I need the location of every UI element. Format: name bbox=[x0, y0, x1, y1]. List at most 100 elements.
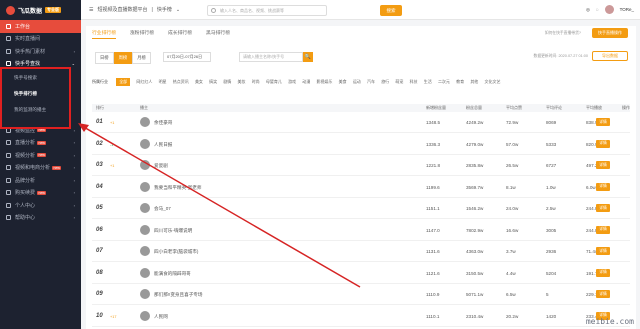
category-item[interactable]: 母婴育儿 bbox=[266, 79, 282, 85]
tab-growth[interactable]: 成长排行榜 bbox=[168, 29, 192, 39]
avatar[interactable] bbox=[140, 310, 150, 321]
category-item[interactable]: 剧情 bbox=[223, 79, 231, 85]
avatar[interactable] bbox=[140, 246, 150, 256]
category-item[interactable]: 美食 bbox=[339, 79, 347, 85]
period-month[interactable]: 月榜 bbox=[132, 52, 151, 64]
avatar[interactable] bbox=[140, 203, 150, 213]
date-picker[interactable]: 07月20日-07月26日 bbox=[163, 52, 211, 62]
anchor-name[interactable]: 那们那!!变身且喜子专场 bbox=[154, 292, 203, 298]
breadcrumb-platform[interactable]: 短视频及直播数据平台 bbox=[97, 6, 147, 13]
help-link[interactable]: 如何在快手直播带货? bbox=[545, 31, 581, 36]
menu-icon[interactable]: ☰ bbox=[89, 7, 93, 13]
username[interactable]: TORe_ bbox=[620, 7, 634, 12]
table-row[interactable]: 03 +1 爱瓷剧 1221.8 2835.8w 26.5w 6727 497.2w 详情 bbox=[92, 155, 630, 176]
category-item[interactable]: 汽车 bbox=[367, 79, 375, 85]
avatar[interactable] bbox=[140, 117, 150, 127]
sidebar-item-brand[interactable]: 品牌分析 › bbox=[0, 174, 81, 187]
category-item[interactable]: 影视娱乐 bbox=[316, 79, 332, 85]
category-item[interactable]: 网红红人 bbox=[136, 79, 152, 85]
col-total-fans[interactable]: 粉丝总量 bbox=[466, 105, 482, 111]
tab-industry[interactable]: 行业排行榜 bbox=[92, 29, 116, 39]
sidebar-item-ecommerce[interactable]: 视频和电商分析 new › bbox=[0, 162, 81, 175]
category-item[interactable]: 美妆 bbox=[238, 79, 246, 85]
table-row[interactable]: 02 -1 人民日报 1336.3 4279.0w 57.0w 5333 820.9w 详情 bbox=[92, 134, 630, 155]
category-item[interactable]: 热点资讯 bbox=[173, 79, 189, 85]
avatar[interactable] bbox=[604, 5, 614, 14]
table-row[interactable]: 01 +1 余佳豪哥 1348.5 4249.2w 72.9w 8069 838.9w 详情 bbox=[92, 112, 630, 133]
category-item[interactable]: 生活 bbox=[424, 79, 432, 85]
category-item[interactable]: 游戏 bbox=[288, 79, 296, 85]
sidebar-item-live-analysis[interactable]: 直播分析 new › bbox=[0, 137, 81, 150]
anchor-name[interactable]: 爱瓷剧 bbox=[154, 163, 168, 169]
table-row[interactable]: 07 四小白老李(脑袋城市) 1131.6 4363.0w 3.7w 2936 71.4w 详… bbox=[92, 241, 630, 262]
sidebar-item-purchase[interactable]: 购买续费 new › bbox=[0, 187, 81, 200]
search-button[interactable]: 搜索 bbox=[380, 5, 402, 16]
category-item[interactable]: 科技 bbox=[410, 79, 418, 85]
anchor-search-input[interactable]: 请输入播主名称/快手号 bbox=[239, 52, 303, 62]
logo[interactable]: 飞瓜数据 专业版 bbox=[0, 0, 81, 20]
detail-button[interactable]: 详情 bbox=[596, 182, 610, 191]
export-button[interactable]: 导出数据 bbox=[592, 51, 628, 61]
table-row[interactable]: 04 我要当和平精英·蛋老师 1199.6 3569.7w 8.1w 1.0w 6.0w 详情 bbox=[92, 177, 630, 198]
avatar[interactable] bbox=[140, 289, 150, 299]
col-avg-comments[interactable]: 平均评论 bbox=[546, 105, 562, 111]
anchor-name[interactable]: 能满食的隔辟哥哥 bbox=[154, 271, 191, 277]
col-new-fans[interactable]: 新增粉丝量 bbox=[426, 105, 446, 111]
category-item[interactable]: 其他 bbox=[470, 79, 478, 85]
category-item[interactable]: 二次元 bbox=[438, 79, 450, 85]
sidebar-item-live[interactable]: 实时直播间 bbox=[0, 33, 81, 46]
sidebar-item-video-analysis[interactable]: 视频分析 new › bbox=[0, 149, 81, 162]
period-day[interactable]: 日榜 bbox=[95, 52, 114, 64]
col-avg-plays[interactable]: 平均播放 bbox=[586, 105, 602, 111]
detail-button[interactable]: 详情 bbox=[596, 225, 610, 234]
anchor-search-button[interactable]: 🔍 bbox=[303, 52, 313, 62]
col-avg-likes[interactable]: 平均点赞 bbox=[506, 105, 522, 111]
anchor-name[interactable]: 我要当和平精英·蛋老师 bbox=[154, 185, 201, 191]
period-week[interactable]: 周榜 bbox=[113, 52, 133, 64]
anchor-name[interactable]: 四川可乐-嗨爆说明 bbox=[154, 228, 192, 234]
category-item[interactable]: 美女 bbox=[195, 79, 203, 85]
anchor-name[interactable]: 会马_07 bbox=[154, 206, 171, 212]
detail-button[interactable]: 详情 bbox=[596, 118, 610, 126]
table-row[interactable]: 08 能满食的隔辟哥哥 1121.6 3150.5w 4.4w 5204 191.7w 详情 bbox=[92, 263, 630, 284]
avatar[interactable] bbox=[140, 181, 150, 192]
breadcrumb-current[interactable]: 快手榜 bbox=[157, 6, 172, 13]
category-item[interactable]: 旅行 bbox=[381, 79, 389, 85]
avatar[interactable] bbox=[140, 267, 150, 278]
sidebar-item-profile[interactable]: 个人中心 › bbox=[0, 199, 81, 212]
search-input[interactable]: 输入人名、商品名、视频、挑战赛等 bbox=[207, 5, 327, 16]
anchor-name[interactable]: 四小白老李(脑袋城市) bbox=[154, 249, 198, 255]
anchor-name[interactable]: 余佳豪哥 bbox=[154, 120, 172, 126]
category-item[interactable]: 时尚 bbox=[252, 79, 260, 85]
category-item[interactable]: 运动 bbox=[353, 79, 361, 85]
category-item[interactable]: 教育 bbox=[456, 79, 464, 85]
anchor-name[interactable]: 人民日报 bbox=[154, 142, 172, 148]
detail-button[interactable]: 详情 bbox=[596, 161, 610, 169]
sidebar-item-hot-material[interactable]: 快手热门素材 › bbox=[0, 45, 81, 58]
category-item[interactable]: 萌宠 bbox=[395, 79, 403, 85]
avatar[interactable] bbox=[140, 138, 150, 149]
headset-icon[interactable]: ◎ bbox=[586, 7, 590, 13]
detail-button[interactable]: 详情 bbox=[596, 290, 610, 298]
anchor-name[interactable]: 人民网 bbox=[154, 314, 168, 320]
detail-button[interactable]: 详情 bbox=[596, 268, 610, 277]
category-item[interactable]: 搞笑 bbox=[209, 79, 217, 85]
detail-button[interactable]: 详情 bbox=[596, 247, 610, 255]
category-item[interactable]: 文化文艺 bbox=[485, 79, 501, 85]
table-row[interactable]: 09 那们那!!变身且喜子专场 1110.9 5071.1w 6.5w 5 229.1w 详情 bbox=[92, 284, 630, 305]
sidebar-item-help[interactable]: 帮助中心 › bbox=[0, 212, 81, 225]
chevron-down-icon[interactable]: ⌄ bbox=[176, 7, 180, 13]
tab-dark-horse[interactable]: 黑马排行榜 bbox=[206, 29, 230, 39]
table-row[interactable]: 10 +17 人民网 1110.1 2310.4w 20.2w 1420 233.4w 详情 bbox=[92, 306, 630, 327]
bell-icon[interactable]: ◌ bbox=[596, 7, 599, 12]
table-row[interactable]: 06 四川可乐-嗨爆说明 1147.0 7802.9w 16.6w 3005 244.8w 详… bbox=[92, 220, 630, 241]
tab-growth-fans[interactable]: 涨粉排行榜 bbox=[130, 29, 154, 39]
live-guide-button[interactable]: 快手直播操作 bbox=[592, 28, 628, 38]
detail-button[interactable]: 详情 bbox=[596, 139, 610, 148]
category-item[interactable]: 明星 bbox=[159, 79, 167, 85]
avatar[interactable] bbox=[140, 160, 150, 170]
category-item[interactable]: 全部 bbox=[116, 78, 131, 86]
category-item[interactable]: 动漫 bbox=[302, 79, 310, 85]
avatar[interactable] bbox=[140, 224, 150, 235]
table-row[interactable]: 05 会马_07 1151.1 1546.2w 24.0w 2.5w 244.8w 详情 bbox=[92, 198, 630, 219]
